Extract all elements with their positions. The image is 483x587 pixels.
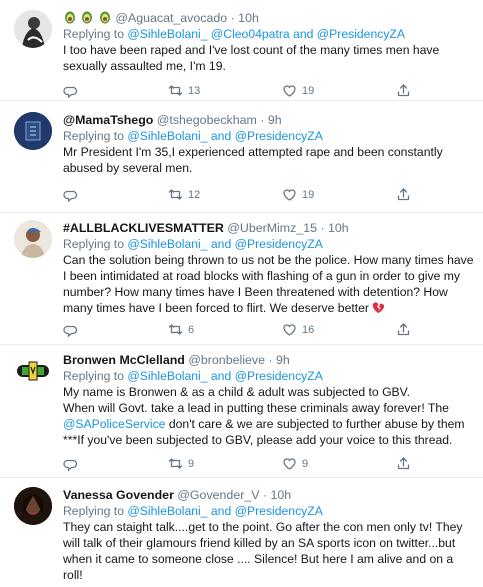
timestamp[interactable]: · 9h: [268, 353, 289, 367]
heart-icon: [283, 189, 296, 201]
like-button[interactable]: 19: [282, 187, 314, 202]
name-emoji: [63, 11, 115, 25]
like-button[interactable]: 9: [282, 456, 308, 471]
like-count: 9: [302, 457, 309, 470]
broken-heart-icon: [373, 302, 385, 314]
like-count: 19: [302, 84, 315, 97]
reply-icon: [63, 86, 78, 98]
share-button[interactable]: [396, 322, 411, 337]
like-button[interactable]: 16: [282, 322, 314, 337]
retweet-icon: [168, 458, 183, 469]
heart-icon: [283, 85, 296, 97]
replying-to-label: Replying to: [63, 369, 124, 383]
retweet-button[interactable]: 9: [168, 456, 194, 471]
user-handle[interactable]: @tshegobeckham: [157, 113, 257, 127]
reply-button[interactable]: [63, 187, 78, 202]
tweet-text: They can staight talk....get to the poin…: [63, 520, 463, 582]
like-count: 16: [302, 323, 315, 336]
replying-to: Replying to @SihleBolani_ and @Presidenc…: [63, 236, 475, 252]
replying-to: Replying to @SihleBolani_ @Cleo04patra a…: [63, 26, 475, 42]
reply-icon: [63, 459, 78, 471]
display-name[interactable]: Vanessa Govender: [63, 488, 174, 502]
tweet-text-line: don't care & we are subjected to further…: [165, 417, 465, 431]
avatar[interactable]: [14, 487, 52, 525]
share-button[interactable]: [396, 456, 411, 471]
timestamp[interactable]: · 10h: [263, 488, 291, 502]
retweet-button[interactable]: 13: [168, 83, 200, 98]
tweet[interactable]: @Aguacat_avocado · 10h Replying to @Sihl…: [0, 0, 483, 101]
tweet-text-block: My name is Bronwen & as a child & adult …: [63, 384, 475, 448]
avatar[interactable]: [14, 352, 52, 390]
timestamp[interactable]: · 10h: [320, 221, 348, 235]
display-name[interactable]: @MamaTshego: [63, 113, 153, 127]
replying-to-label: Replying to: [63, 129, 124, 143]
reply-mentions[interactable]: @SihleBolani_ and @PresidencyZA: [127, 237, 322, 251]
avocado-icon: [65, 11, 75, 24]
retweet-count: 9: [188, 457, 195, 470]
retweet-count: 6: [188, 323, 195, 336]
retweet-icon: [168, 85, 183, 96]
like-button[interactable]: 19: [282, 83, 314, 98]
heart-icon: [283, 458, 296, 470]
replying-to-label: Replying to: [63, 504, 124, 518]
tweet-text: Mr President I'm 35,I experienced attemp…: [63, 145, 443, 175]
display-name[interactable]: Bronwen McClelland: [63, 353, 185, 367]
retweet-count: 13: [188, 84, 201, 97]
reply-icon: [63, 325, 78, 337]
reply-mentions[interactable]: @SihleBolani_ @Cleo04patra and @Presiden…: [127, 27, 405, 41]
share-icon: [397, 457, 410, 470]
heart-icon: [283, 324, 296, 336]
tweet-text-block: Can the solution being thrown to us not …: [63, 252, 475, 316]
share-icon: [397, 84, 410, 97]
police-mention-link[interactable]: @SAPoliceService: [63, 417, 165, 431]
share-icon: [397, 188, 410, 201]
tweet-text-line: ***If you've been subjected to GBV, plea…: [63, 433, 453, 447]
user-handle[interactable]: @bronbelieve: [188, 353, 265, 367]
retweet-button[interactable]: 12: [168, 187, 200, 202]
user-handle[interactable]: @Govender_V: [177, 488, 259, 502]
replying-to-label: Replying to: [63, 27, 124, 41]
reply-icon: [63, 190, 78, 202]
reply-button[interactable]: [63, 456, 78, 471]
replying-to-label: Replying to: [63, 237, 124, 251]
share-icon: [397, 323, 410, 336]
avocado-icon: [99, 11, 110, 24]
tweet[interactable]: #ALLBLACKLIVESMATTER @UberMimz_15 · 10h …: [0, 212, 483, 345]
display-name[interactable]: #ALLBLACKLIVESMATTER: [63, 221, 224, 235]
tweet-text-line: When will Govt. take a lead in putting t…: [63, 401, 449, 415]
replying-to: Replying to @SihleBolani_ and @Presidenc…: [63, 368, 475, 384]
replying-to: Replying to @SihleBolani_ and @Presidenc…: [63, 503, 475, 519]
replying-to: Replying to @SihleBolani_ and @Presidenc…: [63, 128, 475, 144]
reply-button[interactable]: [63, 83, 78, 98]
reply-mentions[interactable]: @SihleBolani_ and @PresidencyZA: [127, 129, 322, 143]
timestamp[interactable]: · 10h: [231, 11, 259, 25]
avatar[interactable]: [14, 220, 52, 258]
reply-mentions[interactable]: @SihleBolani_ and @PresidencyZA: [127, 369, 322, 383]
reply-mentions[interactable]: @SihleBolani_ and @PresidencyZA: [127, 504, 322, 518]
tweet[interactable]: @MamaTshego @tshegobeckham · 9h Replying…: [0, 100, 483, 213]
share-button[interactable]: [396, 83, 411, 98]
like-count: 19: [302, 188, 315, 201]
tweet-text-line: My name is Bronwen & as a child & adult …: [63, 385, 411, 399]
user-handle[interactable]: @UberMimz_15: [227, 221, 317, 235]
retweet-button[interactable]: 6: [168, 322, 194, 337]
timestamp[interactable]: · 9h: [260, 113, 281, 127]
tweet-text: Can the solution being thrown to us not …: [63, 253, 474, 315]
avocado-icon: [82, 11, 93, 24]
user-handle[interactable]: @Aguacat_avocado: [115, 11, 227, 25]
tweet[interactable]: Bronwen McClelland @bronbelieve · 9h Rep…: [0, 344, 483, 478]
retweet-icon: [168, 324, 183, 335]
avatar[interactable]: [14, 112, 52, 150]
avatar[interactable]: [14, 10, 52, 48]
retweet-icon: [168, 189, 183, 200]
retweet-count: 12: [188, 188, 201, 201]
tweet-text: I too have been raped and I've lost coun…: [63, 43, 440, 73]
share-button[interactable]: [396, 187, 411, 202]
reply-button[interactable]: [63, 322, 78, 337]
tweet[interactable]: Vanessa Govender @Govender_V · 10h Reply…: [0, 477, 483, 587]
